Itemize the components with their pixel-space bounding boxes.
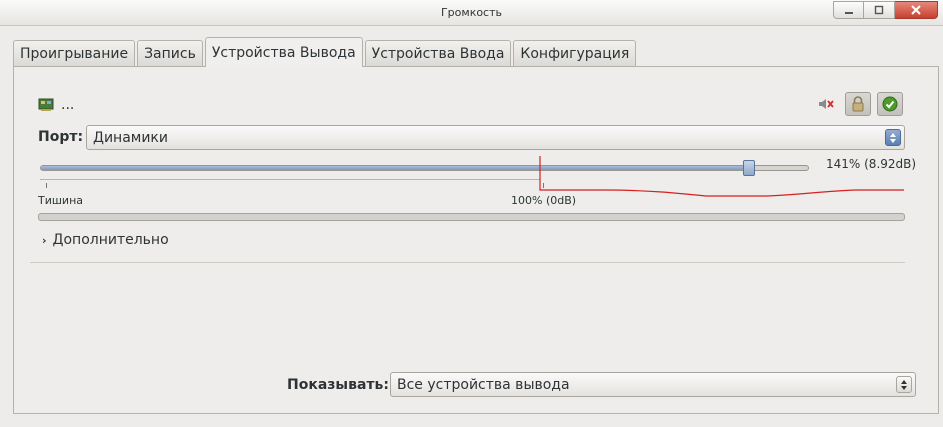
title-bar: Громкость [0, 0, 943, 26]
show-label: Показывать: [287, 377, 389, 393]
volume-reference-line [40, 179, 540, 180]
close-button[interactable] [895, 1, 938, 19]
chevron-right-icon: › [42, 233, 47, 247]
spin-updown-icon [896, 376, 912, 393]
set-default-button[interactable] [877, 92, 903, 116]
sound-card-icon [38, 98, 54, 111]
port-label: Порт: [38, 129, 84, 145]
tab-configuration[interactable]: Конфигурация [513, 40, 637, 66]
close-icon [911, 5, 921, 15]
window-controls [833, 1, 938, 19]
tab-input-devices[interactable]: Устройства Ввода [364, 40, 512, 66]
tick-silence [46, 183, 47, 188]
port-value: Динамики [93, 129, 168, 146]
tab-playback[interactable]: Проигрывание [13, 40, 136, 66]
window-title: Громкость [440, 6, 503, 19]
port-select[interactable]: Динамики [86, 125, 905, 150]
advanced-expander[interactable]: › Дополнительно [42, 232, 169, 248]
show-value: Все устройства вывода [397, 376, 570, 393]
minimize-icon [844, 12, 853, 14]
lock-icon [852, 96, 864, 112]
advanced-label: Дополнительно [52, 232, 169, 248]
mute-toggle[interactable] [817, 97, 835, 111]
check-icon [882, 96, 898, 112]
level-meter [38, 213, 905, 221]
device-name: ... [61, 97, 75, 113]
tab-recording[interactable]: Запись [137, 40, 203, 66]
minimize-button[interactable] [833, 1, 864, 19]
maximize-button[interactable] [864, 1, 895, 19]
lock-channels-button[interactable] [845, 92, 871, 116]
spin-updown-icon [885, 129, 901, 146]
volume-min-label: Тишина [38, 194, 84, 207]
separator [30, 262, 905, 263]
tab-output-devices[interactable]: Устройства Вывода [204, 37, 363, 67]
tab-bar: Проигрывание Запись Устройства Вывода Ус… [13, 37, 638, 67]
red-annotation-line [539, 156, 904, 197]
show-select[interactable]: Все устройства вывода [390, 372, 916, 397]
maximize-icon [874, 5, 884, 15]
